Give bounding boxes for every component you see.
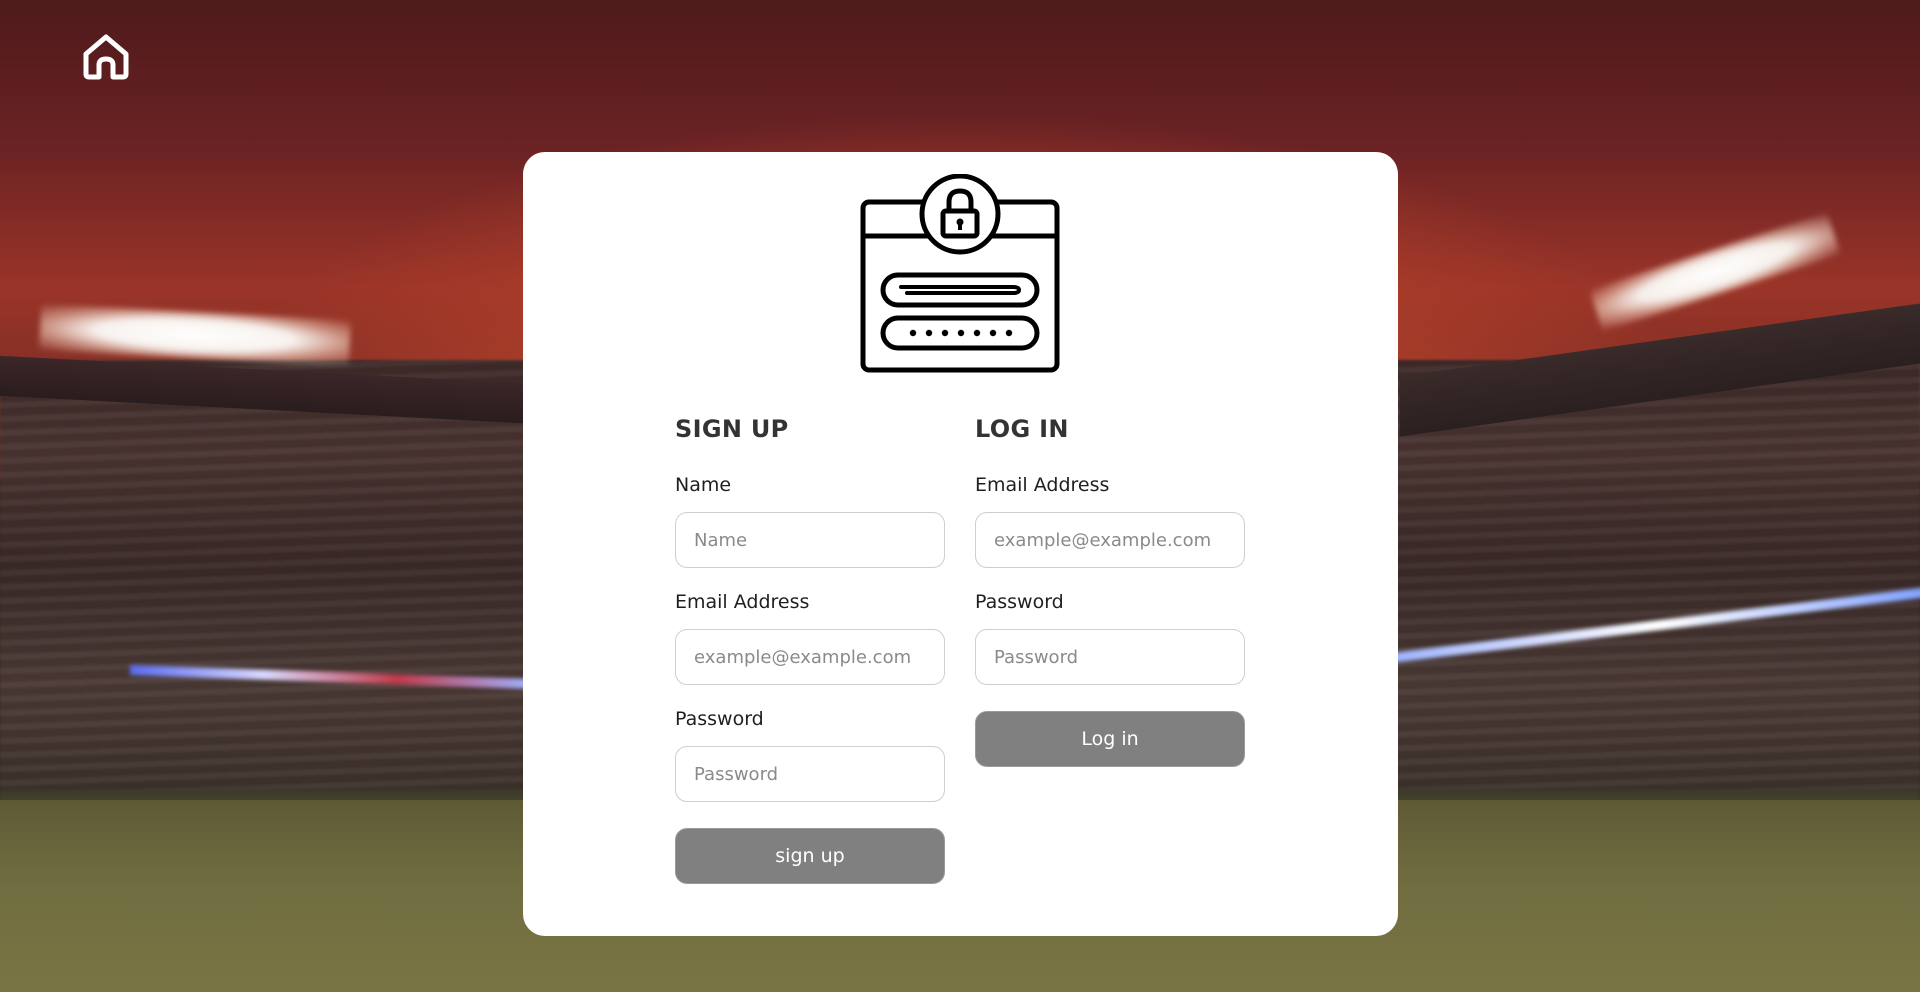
login-password-label: Password [975,591,1064,613]
login-password-input[interactable] [975,629,1245,685]
signup-form: SIGN UP Name Email Address Password sign… [675,414,945,884]
signup-password-input[interactable] [675,746,945,802]
login-email-input[interactable] [975,512,1245,568]
login-form: LOG IN Email Address Password Log in [975,414,1245,767]
signup-name-input[interactable] [675,512,945,568]
signup-name-label: Name [675,474,732,496]
signup-password-label: Password [675,708,764,730]
auth-card: SIGN UP Name Email Address Password sign… [523,152,1398,936]
login-email-label: Email Address [975,474,1110,496]
signup-title: SIGN UP [675,415,789,443]
signup-button[interactable]: sign up [675,828,945,884]
login-button[interactable]: Log in [975,711,1245,767]
signup-email-label: Email Address [675,591,810,613]
login-lock-icon [859,173,1063,374]
signup-email-input[interactable] [675,629,945,685]
login-title: LOG IN [975,415,1069,443]
home-icon[interactable] [80,32,132,80]
